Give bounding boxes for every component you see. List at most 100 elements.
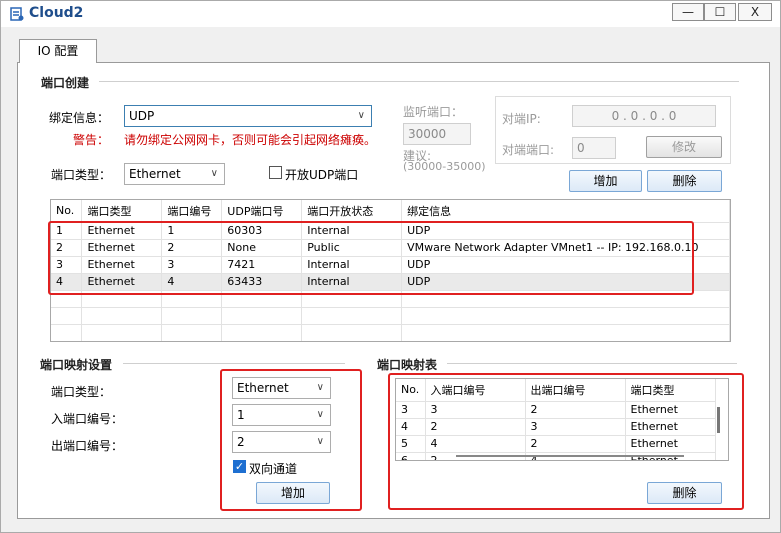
listen-port-input[interactable]: 30000 bbox=[403, 123, 471, 145]
cell: 3 bbox=[51, 256, 83, 274]
cloud-app-icon bbox=[10, 7, 24, 21]
cell: 5 bbox=[396, 435, 426, 453]
group-divider bbox=[123, 363, 345, 364]
title-bar[interactable]: Cloud2 — ☐ X bbox=[1, 1, 780, 27]
open-udp-label: 开放UDP端口 bbox=[285, 168, 359, 182]
scrollbar-thumb[interactable] bbox=[717, 407, 720, 433]
empty-row bbox=[51, 290, 730, 308]
delete-port-button[interactable]: 删除 bbox=[647, 170, 722, 192]
window-title: Cloud2 bbox=[29, 5, 84, 21]
table-row[interactable]: 4 2 3 Ethernet bbox=[396, 418, 716, 436]
out-port-label: 出端口编号： bbox=[51, 439, 124, 453]
bidirectional-label: 双向通道 bbox=[249, 462, 298, 476]
col-header-port-type[interactable]: 端口类型 bbox=[625, 379, 716, 402]
cell: 4 bbox=[51, 273, 83, 291]
cloud2-window: Cloud2 — ☐ X IO 配置 端口创建 绑定信息： UDP ∨ 警告： … bbox=[0, 0, 781, 533]
table-row[interactable]: 4 Ethernet 4 63433 Internal UDP bbox=[51, 273, 730, 291]
cell: UDP bbox=[401, 222, 730, 240]
table-row[interactable]: 2 Ethernet 2 None Public VMware Network … bbox=[51, 239, 730, 257]
in-port-value: 1 bbox=[237, 408, 245, 422]
tab-io-config[interactable]: IO 配置 bbox=[19, 39, 97, 63]
map-type-select[interactable]: Ethernet ∨ bbox=[232, 377, 331, 399]
port-type-value: Ethernet bbox=[129, 167, 181, 181]
add-port-button[interactable]: 增加 bbox=[569, 170, 642, 192]
cell: Ethernet bbox=[625, 418, 716, 436]
cell: 1 bbox=[161, 222, 223, 240]
warning-label: 警告： bbox=[73, 133, 110, 147]
table-row[interactable]: 5 4 2 Ethernet bbox=[396, 435, 716, 453]
cell: UDP bbox=[401, 273, 730, 291]
col-header-port-num[interactable]: 端口编号 bbox=[161, 200, 223, 223]
in-port-select[interactable]: 1 ∨ bbox=[232, 404, 331, 426]
delete-mapping-button[interactable]: 删除 bbox=[647, 482, 722, 504]
col-header-in-port[interactable]: 入端口编号 bbox=[425, 379, 526, 402]
cell: 6 bbox=[396, 452, 426, 460]
peer-port-label: 对端端口: bbox=[502, 143, 555, 157]
chevron-down-icon: ∨ bbox=[357, 110, 365, 121]
peer-ip-input[interactable]: 0 . 0 . 0 . 0 bbox=[572, 105, 716, 127]
chevron-down-icon: ∨ bbox=[316, 409, 324, 420]
cell: VMware Network Adapter VMnet1 -- IP: 192… bbox=[401, 239, 730, 257]
minimize-button[interactable]: — bbox=[672, 3, 704, 21]
cell: Public bbox=[301, 239, 403, 257]
col-header-udp-port[interactable]: UDP端口号 bbox=[221, 200, 303, 223]
chevron-down-icon: ∨ bbox=[316, 382, 324, 393]
ports-table[interactable]: No. 端口类型 端口编号 UDP端口号 端口开放状态 绑定信息 1 Ether… bbox=[50, 199, 731, 342]
cell: Ethernet bbox=[81, 222, 163, 240]
close-button[interactable]: X bbox=[738, 3, 772, 21]
col-header-no[interactable]: No. bbox=[51, 200, 83, 223]
cell: 1 bbox=[51, 222, 83, 240]
chevron-down-icon: ∨ bbox=[210, 168, 218, 179]
cell: Ethernet bbox=[625, 401, 716, 419]
cell: 3 bbox=[161, 256, 223, 274]
maximize-button[interactable]: ☐ bbox=[704, 3, 736, 21]
cell: 4 bbox=[396, 418, 426, 436]
modify-button[interactable]: 修改 bbox=[646, 136, 722, 158]
chevron-down-icon: ∨ bbox=[316, 436, 324, 447]
add-mapping-button[interactable]: 增加 bbox=[256, 482, 330, 504]
col-header-out-port[interactable]: 出端口编号 bbox=[525, 379, 626, 402]
suggest-range: (30000-35000) bbox=[403, 160, 486, 173]
bind-info-label: 绑定信息： bbox=[49, 111, 110, 125]
table-row[interactable]: 3 3 2 Ethernet bbox=[396, 401, 716, 419]
cell: 7421 bbox=[221, 256, 303, 274]
bind-info-select[interactable]: UDP ∨ bbox=[124, 105, 372, 127]
cell: Ethernet bbox=[81, 273, 163, 291]
map-type-label: 端口类型： bbox=[51, 385, 112, 399]
port-type-label: 端口类型： bbox=[51, 168, 112, 182]
cell: Ethernet bbox=[81, 256, 163, 274]
horizontal-scrollbar[interactable] bbox=[456, 455, 684, 457]
empty-row bbox=[51, 307, 730, 325]
out-port-value: 2 bbox=[237, 435, 245, 449]
col-header-open-state[interactable]: 端口开放状态 bbox=[301, 200, 403, 223]
listen-port-label: 监听端口： bbox=[403, 105, 464, 119]
cell: None bbox=[221, 239, 303, 257]
bidirectional-checkbox[interactable]: ✓ bbox=[233, 460, 246, 473]
cell: 3 bbox=[425, 401, 526, 419]
table-row[interactable]: 3 Ethernet 3 7421 Internal UDP bbox=[51, 256, 730, 274]
col-header-type[interactable]: 端口类型 bbox=[81, 200, 163, 223]
cell: Internal bbox=[301, 256, 403, 274]
peer-port-input[interactable]: 0 bbox=[572, 137, 616, 159]
cell: UDP bbox=[401, 256, 730, 274]
cell: 2 bbox=[525, 401, 626, 419]
cell: Internal bbox=[301, 222, 403, 240]
cell: 3 bbox=[525, 418, 626, 436]
vertical-scrollbar[interactable] bbox=[716, 403, 722, 443]
out-port-select[interactable]: 2 ∨ bbox=[232, 431, 331, 453]
open-udp-checkbox[interactable] bbox=[269, 166, 282, 179]
in-port-label: 入端口编号： bbox=[51, 412, 124, 426]
mapping-settings-title: 端口映射设置 bbox=[40, 358, 113, 372]
col-header-bind-info[interactable]: 绑定信息 bbox=[401, 200, 730, 223]
group-divider bbox=[99, 81, 739, 82]
bind-info-value: UDP bbox=[129, 109, 155, 123]
cell: Ethernet bbox=[625, 435, 716, 453]
port-type-select[interactable]: Ethernet ∨ bbox=[124, 163, 225, 185]
mapping-table-title: 端口映射表 bbox=[377, 358, 438, 372]
table-row[interactable]: 1 Ethernet 1 60303 Internal UDP bbox=[51, 222, 730, 240]
col-header-no[interactable]: No. bbox=[396, 379, 426, 402]
peer-ip-label: 对端IP: bbox=[502, 112, 541, 126]
cell: Ethernet bbox=[81, 239, 163, 257]
mapping-table[interactable]: No. 入端口编号 出端口编号 端口类型 3 3 2 Ethernet 4 2 … bbox=[395, 378, 729, 461]
warning-text: 请勿绑定公网网卡，否则可能会引起网络瘫痪。 bbox=[124, 133, 377, 147]
